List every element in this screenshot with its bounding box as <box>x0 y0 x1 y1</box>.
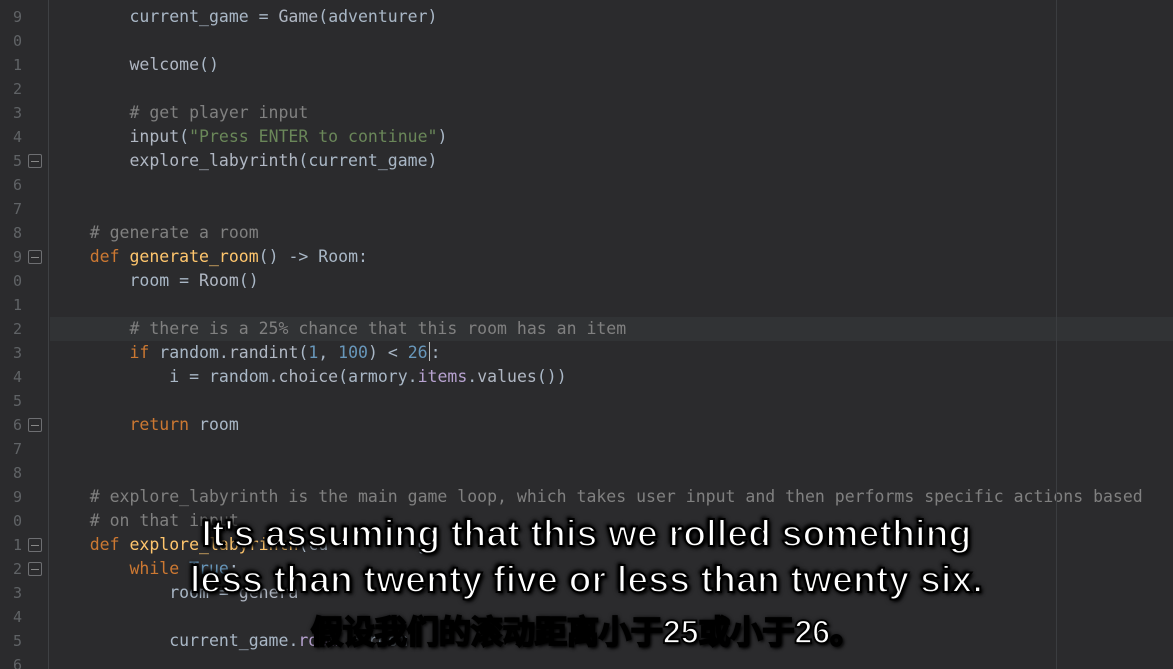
line-number: 6 <box>0 653 22 669</box>
line-number: 1 <box>0 53 22 77</box>
code-editor[interactable]: 9012345678901234567890123456 current_gam… <box>0 0 1173 669</box>
line-number: 4 <box>0 125 22 149</box>
code-line[interactable] <box>50 461 1173 485</box>
line-number: 3 <box>0 341 22 365</box>
code-line[interactable]: if random.randint(1, 100) < 26: <box>50 341 1173 365</box>
code-line[interactable]: i = random.choice(armory.items.values()) <box>50 365 1173 389</box>
code-line[interactable] <box>50 653 1173 669</box>
code-line[interactable]: room = genera <box>50 581 1173 605</box>
fold-column[interactable] <box>22 0 50 669</box>
code-line[interactable]: # get player input <box>50 101 1173 125</box>
code-line[interactable]: while True: <box>50 557 1173 581</box>
fold-toggle-icon[interactable] <box>28 154 42 168</box>
line-number: 7 <box>0 437 22 461</box>
line-number: 6 <box>0 173 22 197</box>
line-number: 5 <box>0 389 22 413</box>
fold-toggle-icon[interactable] <box>28 250 42 264</box>
code-line[interactable]: # there is a 25% chance that this room h… <box>50 317 1173 341</box>
code-line[interactable] <box>50 605 1173 629</box>
fold-toggle-icon[interactable] <box>28 418 42 432</box>
line-number: 5 <box>0 149 22 173</box>
line-number: 3 <box>0 101 22 125</box>
code-line[interactable]: current_game = Game(adventurer) <box>50 5 1173 29</box>
code-line[interactable]: # generate a room <box>50 221 1173 245</box>
code-line[interactable] <box>50 173 1173 197</box>
line-number: 8 <box>0 221 22 245</box>
code-line[interactable] <box>50 197 1173 221</box>
code-line[interactable] <box>50 77 1173 101</box>
line-number: 6 <box>0 413 22 437</box>
line-number-gutter: 9012345678901234567890123456 <box>0 0 22 669</box>
line-number: 5 <box>0 629 22 653</box>
code-line[interactable]: # on that input <box>50 509 1173 533</box>
fold-toggle-icon[interactable] <box>28 562 42 576</box>
code-line[interactable]: def generate_room() -> Room: <box>50 245 1173 269</box>
code-line[interactable]: return room <box>50 413 1173 437</box>
line-number: 2 <box>0 77 22 101</box>
line-number: 4 <box>0 365 22 389</box>
code-line[interactable]: welcome() <box>50 53 1173 77</box>
line-number: 9 <box>0 245 22 269</box>
right-margin-guide <box>1056 0 1057 669</box>
line-number: 0 <box>0 29 22 53</box>
fold-toggle-icon[interactable] <box>28 538 42 552</box>
code-line[interactable]: explore_labyrinth(current_game) <box>50 149 1173 173</box>
line-number: 0 <box>0 269 22 293</box>
code-line[interactable] <box>50 389 1173 413</box>
line-number: 1 <box>0 533 22 557</box>
code-line[interactable] <box>50 437 1173 461</box>
code-line[interactable]: input("Press ENTER to continue") <box>50 125 1173 149</box>
line-number: 4 <box>0 605 22 629</box>
line-number: 9 <box>0 485 22 509</box>
line-number: 1 <box>0 293 22 317</box>
code-line[interactable]: def explore_labyrinth(cu g <box>50 533 1173 557</box>
line-number: 2 <box>0 557 22 581</box>
code-line[interactable] <box>50 293 1173 317</box>
line-number: 9 <box>0 5 22 29</box>
code-line[interactable]: # explore_labyrinth is the main game loo… <box>50 485 1173 509</box>
line-number: 7 <box>0 197 22 221</box>
code-line[interactable]: room = Room() <box>50 269 1173 293</box>
line-number: 2 <box>0 317 22 341</box>
line-number: 0 <box>0 509 22 533</box>
line-number: 3 <box>0 581 22 605</box>
code-line[interactable] <box>50 29 1173 53</box>
line-number: 8 <box>0 461 22 485</box>
code-area[interactable]: current_game = Game(adventurer) welcome(… <box>50 0 1173 669</box>
text-caret <box>429 342 430 361</box>
code-line[interactable]: current_game.room = room <box>50 629 1173 653</box>
